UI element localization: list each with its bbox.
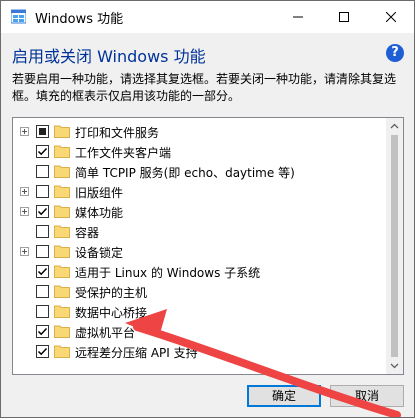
features-tree[interactable]: 打印和文件服务 工作文件夹客户端简单 TCPIP 服务(即 echo、daytim…	[12, 117, 404, 375]
folder-icon	[54, 225, 70, 238]
window-title: Windows 功能	[35, 12, 124, 27]
close-button[interactable]	[368, 1, 414, 33]
windows-features-app-icon	[11, 9, 26, 24]
feature-label: 旧版组件	[75, 186, 124, 200]
folder-icon	[54, 125, 70, 138]
feature-checkbox[interactable]	[36, 265, 49, 278]
expand-icon[interactable]	[20, 187, 29, 196]
feature-label: 工作文件夹客户端	[75, 146, 172, 160]
feature-checkbox[interactable]	[36, 165, 49, 178]
close-icon	[386, 12, 396, 22]
folder-icon	[54, 205, 70, 218]
title-bar[interactable]: Windows 功能	[1, 1, 414, 33]
feature-row[interactable]: 工作文件夹客户端	[13, 142, 385, 162]
dialog-description: 若要启用一种功能，请选择其复选框。若要关闭一种功能，请清除其复选框。填充的框表示…	[12, 72, 397, 103]
feature-row[interactable]: 适用于 Linux 的 Windows 子系统	[13, 262, 385, 282]
minimize-button[interactable]	[275, 1, 321, 33]
ok-button[interactable]: 确定	[247, 385, 321, 407]
feature-row[interactable]: 媒体功能	[13, 202, 385, 222]
feature-checkbox[interactable]	[36, 205, 49, 218]
folder-icon	[54, 345, 70, 358]
feature-label: 虚拟机平台	[75, 326, 136, 340]
scrollbar-thumb[interactable]	[391, 135, 398, 357]
folder-icon	[54, 165, 70, 178]
feature-label: 打印和文件服务	[75, 126, 160, 140]
feature-row[interactable]: 简单 TCPIP 服务(即 echo、daytime 等)	[13, 162, 385, 182]
folder-icon	[54, 145, 70, 158]
expand-icon[interactable]	[20, 207, 29, 216]
feature-label: 简单 TCPIP 服务(即 echo、daytime 等)	[75, 166, 295, 180]
maximize-icon	[339, 12, 349, 22]
feature-row[interactable]: 虚拟机平台	[13, 322, 385, 342]
feature-checkbox[interactable]	[36, 185, 49, 198]
feature-checkbox[interactable]	[36, 225, 49, 238]
vertical-scrollbar[interactable]	[386, 118, 403, 374]
feature-checkbox[interactable]	[36, 305, 49, 318]
feature-label: 数据中心桥接	[75, 306, 148, 320]
expand-icon[interactable]	[20, 127, 29, 136]
feature-label: 设备锁定	[75, 246, 124, 260]
feature-row[interactable]: 旧版组件	[13, 182, 385, 202]
feature-checkbox[interactable]	[36, 325, 49, 338]
feature-row[interactable]: 设备锁定	[13, 242, 385, 262]
dialog-content: 启用或关闭 Windows 功能 ? 若要启用一种功能，请选择其复选框。若要关闭…	[1, 33, 414, 417]
folder-icon	[54, 185, 70, 198]
scroll-down-icon[interactable]	[390, 361, 399, 370]
feature-label: 受保护的主机	[75, 286, 148, 300]
feature-row[interactable]: 受保护的主机	[13, 282, 385, 302]
feature-row[interactable]: 远程差分压缩 API 支持	[13, 342, 385, 362]
scroll-up-icon[interactable]	[390, 122, 399, 131]
expand-icon[interactable]	[20, 247, 29, 256]
feature-label: 媒体功能	[75, 206, 124, 220]
folder-icon	[54, 285, 70, 298]
feature-label: 远程差分压缩 API 支持	[75, 346, 198, 360]
folder-icon	[54, 305, 70, 318]
feature-row[interactable]: 数据中心桥接	[13, 302, 385, 322]
windows-features-dialog: Windows 功能 启用或关闭 Windows 功能 ? 若要启用一种功能，请…	[0, 0, 415, 418]
maximize-button[interactable]	[321, 1, 367, 33]
feature-checkbox[interactable]	[36, 245, 49, 258]
folder-icon	[54, 265, 70, 278]
feature-checkbox[interactable]	[36, 125, 49, 138]
feature-checkbox[interactable]	[36, 345, 49, 358]
cancel-button[interactable]: 取消	[330, 385, 404, 407]
dialog-heading: 启用或关闭 Windows 功能	[12, 47, 206, 66]
feature-checkbox[interactable]	[36, 145, 49, 158]
minimize-icon	[293, 16, 303, 18]
feature-row[interactable]: 容器	[13, 222, 385, 242]
help-icon[interactable]: ?	[386, 44, 404, 62]
feature-checkbox[interactable]	[36, 285, 49, 298]
folder-icon	[54, 245, 70, 258]
folder-icon	[54, 325, 70, 338]
feature-label: 容器	[75, 226, 100, 240]
feature-row[interactable]: 打印和文件服务	[13, 122, 385, 142]
feature-label: 适用于 Linux 的 Windows 子系统	[75, 266, 261, 280]
